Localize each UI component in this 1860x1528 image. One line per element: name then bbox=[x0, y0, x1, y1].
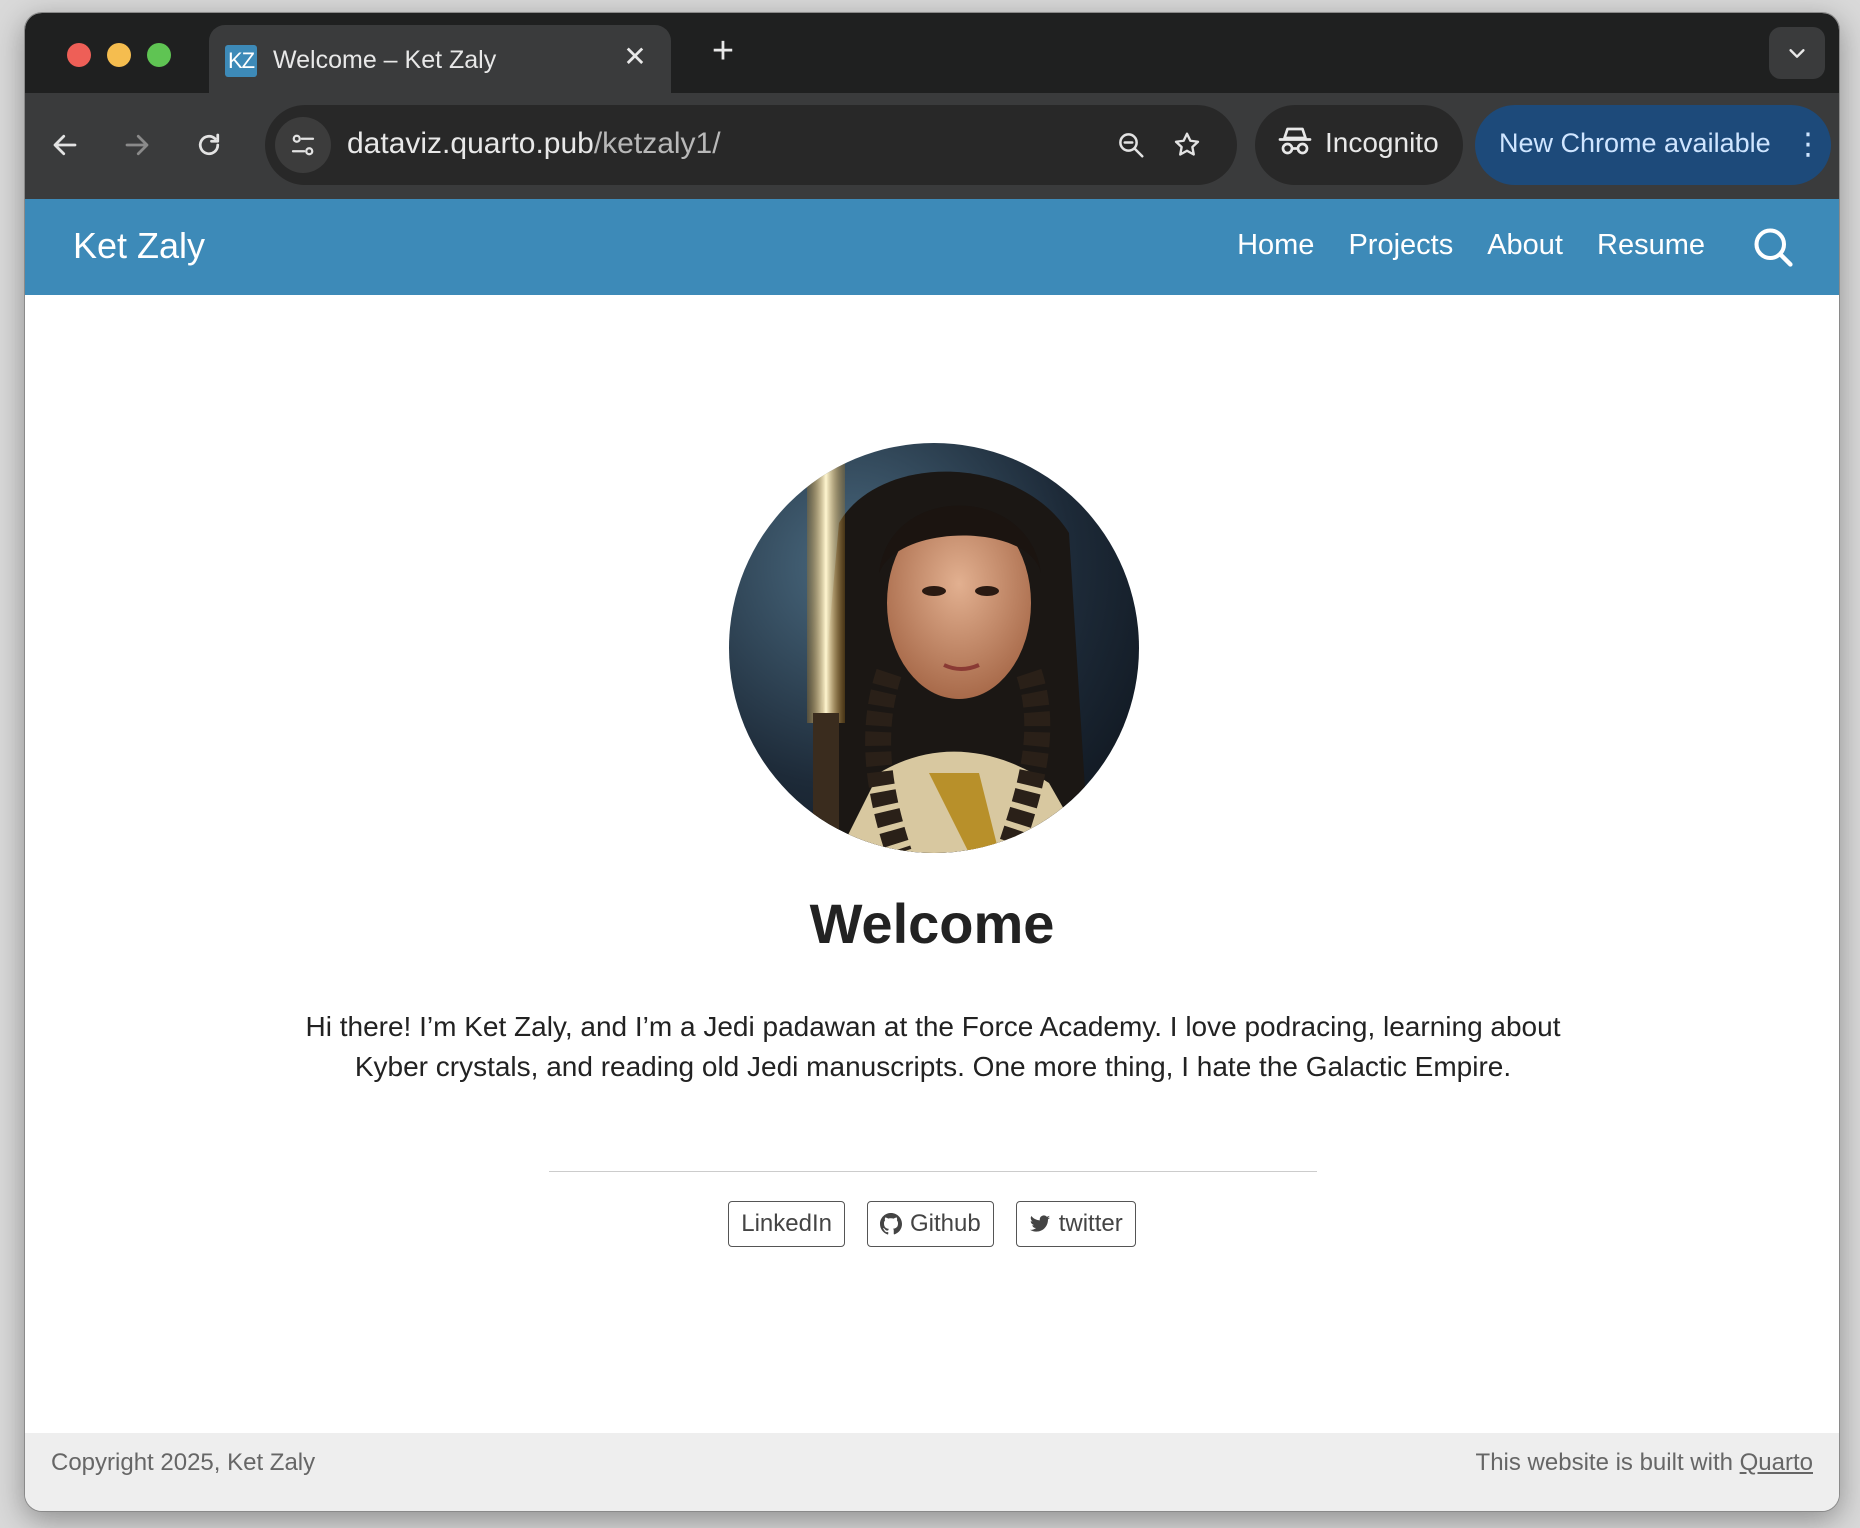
browser-window: KZ Welcome – Ket Zaly ✕ + dataviz.quarto… bbox=[24, 12, 1840, 1512]
nav-link-about[interactable]: About bbox=[1487, 229, 1563, 262]
close-window-button[interactable] bbox=[67, 43, 91, 67]
reload-button[interactable] bbox=[181, 117, 237, 173]
site-brand[interactable]: Ket Zaly bbox=[73, 225, 205, 267]
minimize-window-button[interactable] bbox=[107, 43, 131, 67]
window-controls bbox=[67, 43, 171, 67]
bookmark-button[interactable] bbox=[1161, 119, 1213, 171]
twitter-button[interactable]: twitter bbox=[1015, 1201, 1136, 1247]
profile-photo bbox=[729, 443, 1139, 853]
tab-close-icon[interactable]: ✕ bbox=[617, 39, 653, 75]
github-label: Github bbox=[910, 1210, 981, 1237]
linkedin-label: LinkedIn bbox=[741, 1210, 832, 1237]
tab-active[interactable]: KZ Welcome – Ket Zaly ✕ bbox=[209, 25, 671, 93]
kebab-menu-icon[interactable]: ⋮ bbox=[1793, 119, 1823, 171]
incognito-indicator[interactable]: Incognito bbox=[1255, 105, 1463, 185]
nav-link-resume[interactable]: Resume bbox=[1597, 229, 1705, 262]
back-arrow-icon bbox=[53, 134, 77, 156]
favicon-icon: KZ bbox=[225, 45, 257, 77]
forward-button[interactable] bbox=[109, 117, 165, 173]
github-button[interactable]: Github bbox=[867, 1201, 994, 1247]
divider bbox=[549, 1171, 1317, 1172]
nav-links: Home Projects About Resume bbox=[1237, 229, 1705, 262]
zoom-out-icon bbox=[1119, 133, 1144, 158]
tab-strip: KZ Welcome – Ket Zaly ✕ + bbox=[25, 13, 1839, 93]
forward-arrow-icon bbox=[125, 134, 149, 156]
url-text[interactable]: dataviz.quarto.pub/ketzaly1/ bbox=[347, 127, 721, 161]
maximize-window-button[interactable] bbox=[147, 43, 171, 67]
page-title: Welcome bbox=[809, 892, 1055, 955]
github-icon bbox=[880, 1213, 902, 1235]
quarto-link[interactable]: Quarto bbox=[1740, 1449, 1813, 1476]
incognito-icon bbox=[1278, 127, 1312, 155]
main-content: Welcome Hi there! I’m Ket Zaly, and I’m … bbox=[25, 295, 1839, 1433]
built-with-text: This website is built with Quarto bbox=[1476, 1449, 1813, 1477]
star-icon bbox=[1174, 132, 1200, 156]
site-navbar: Ket Zaly Home Projects About Resume bbox=[25, 199, 1839, 295]
tab-title: Welcome – Ket Zaly bbox=[273, 46, 497, 74]
built-with-prefix: This website is built with bbox=[1475, 1449, 1740, 1476]
reload-icon bbox=[198, 133, 220, 156]
nav-link-home[interactable]: Home bbox=[1237, 229, 1314, 262]
chevron-down-icon bbox=[1789, 49, 1805, 58]
twitter-icon bbox=[1029, 1215, 1050, 1232]
url-path: /ketzaly1/ bbox=[593, 127, 721, 160]
bio-line: Kyber crystals, and reading old Jedi man… bbox=[354, 1051, 1512, 1082]
site-info-button[interactable] bbox=[275, 117, 331, 173]
site-footer: Copyright 2025, Ket Zaly This website is… bbox=[25, 1433, 1839, 1511]
browser-toolbar: dataviz.quarto.pub/ketzaly1/ Incognito N… bbox=[25, 93, 1839, 199]
url-domain: dataviz.quarto.pub bbox=[347, 127, 594, 160]
tab-search-button[interactable] bbox=[1769, 27, 1825, 79]
copyright-text: Copyright 2025, Ket Zaly bbox=[51, 1449, 316, 1476]
address-bar[interactable]: dataviz.quarto.pub/ketzaly1/ bbox=[265, 105, 1237, 185]
zoom-button[interactable] bbox=[1105, 119, 1157, 171]
update-chrome-button[interactable]: New Chrome available ⋮ bbox=[1475, 105, 1831, 185]
incognito-label: Incognito bbox=[1325, 127, 1439, 158]
search-icon[interactable] bbox=[1751, 225, 1795, 269]
back-button[interactable] bbox=[37, 117, 93, 173]
twitter-label: twitter bbox=[1058, 1210, 1123, 1237]
bio-line: Hi there! I’m Ket Zaly, and I’m a Jedi p… bbox=[305, 1011, 1561, 1042]
social-links: LinkedIn Github twitter bbox=[25, 1201, 1839, 1247]
tune-icon bbox=[291, 134, 315, 156]
linkedin-button[interactable]: LinkedIn bbox=[728, 1201, 845, 1247]
bio-text: Hi there! I’m Ket Zaly, and I’m a Jedi p… bbox=[275, 1007, 1591, 1087]
nav-link-projects[interactable]: Projects bbox=[1348, 229, 1453, 262]
new-tab-button[interactable]: + bbox=[701, 29, 745, 73]
update-label: New Chrome available bbox=[1499, 128, 1771, 158]
